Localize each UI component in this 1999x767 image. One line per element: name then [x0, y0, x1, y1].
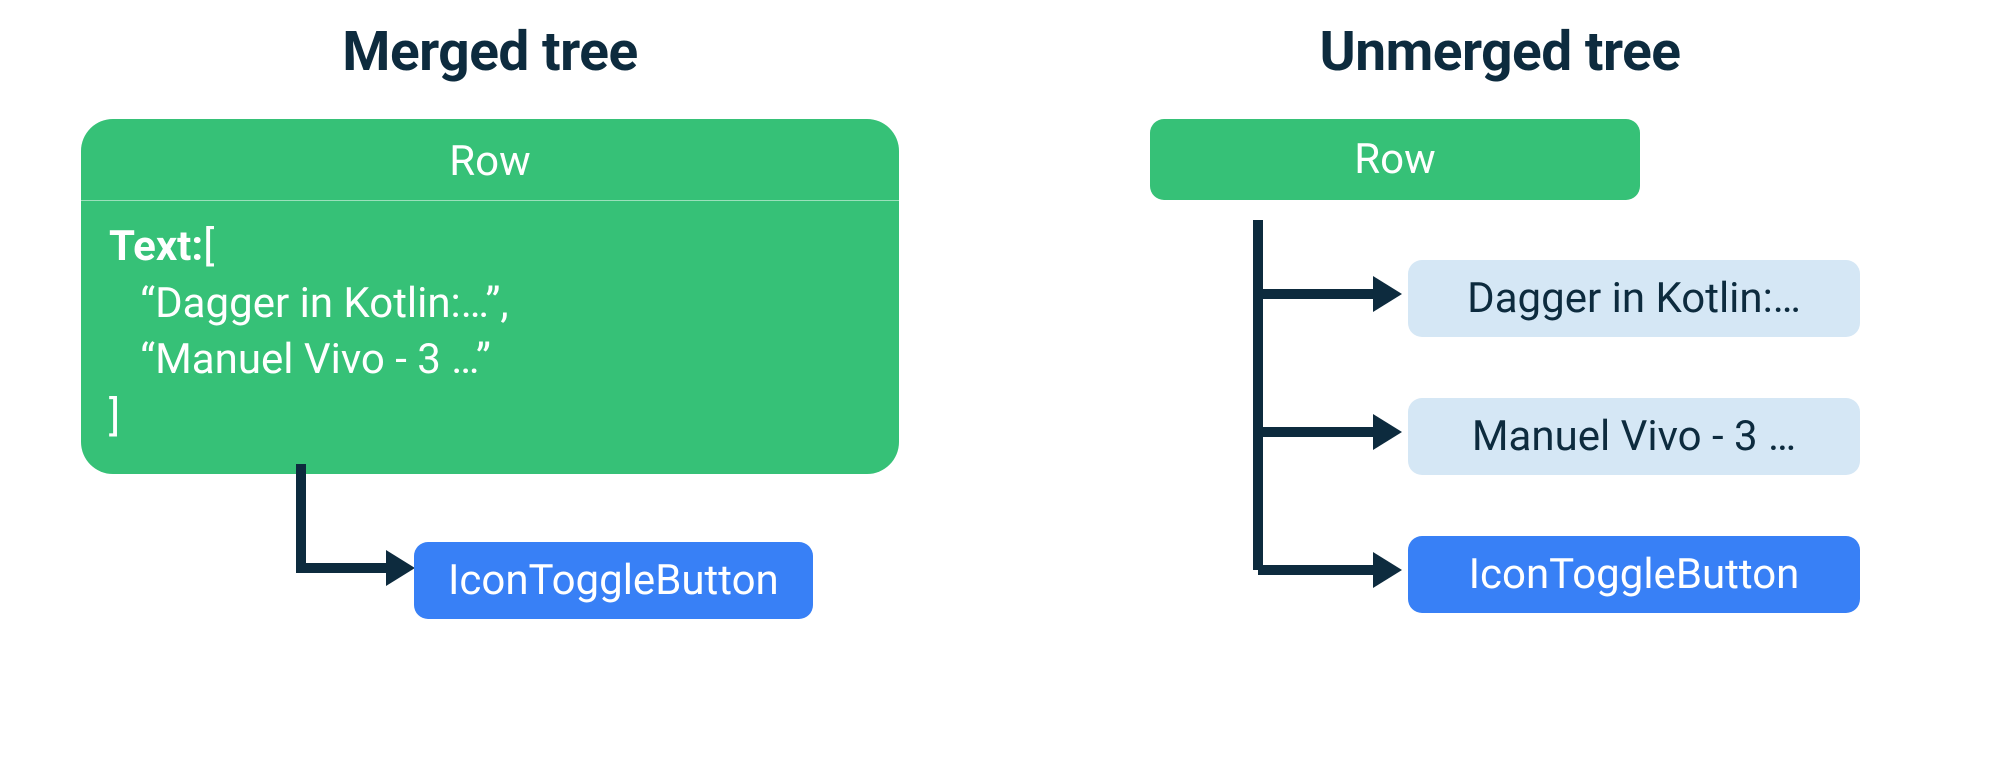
merged-child-connector: IconToggleButton	[81, 474, 899, 644]
merged-text-body: Text:[ “Dagger in Kotlin:…”, “Manuel Viv…	[81, 201, 899, 474]
merged-item-1: “Dagger in Kotlin:…”,	[140, 279, 508, 328]
merged-tree-section: Merged tree Row Text:[ “Dagger in Kotlin…	[40, 20, 940, 747]
merged-child-node: IconToggleButton	[414, 542, 813, 619]
merged-close-bracket: ]	[109, 392, 120, 441]
unmerged-child-2: Manuel Vivo - 3 …	[1408, 398, 1860, 475]
merged-open-bracket: [	[203, 222, 214, 271]
tree-connector-icon	[1248, 220, 1418, 620]
unmerged-row-node: Row	[1150, 119, 1640, 200]
merged-row-label: Row	[81, 119, 899, 201]
merged-text-label: Text:	[109, 222, 203, 271]
unmerged-tree-section: Unmerged tree Row Dagger in Kotlin:… Man…	[1050, 20, 1950, 747]
merged-heading: Merged tree	[342, 20, 637, 84]
merged-row-node: Row Text:[ “Dagger in Kotlin:…”, “Manuel…	[81, 119, 899, 474]
merged-item-2: “Manuel Vivo - 3 …”	[140, 335, 491, 384]
arrow-down-right-icon	[291, 464, 421, 624]
unmerged-child-3: IconToggleButton	[1408, 536, 1860, 613]
unmerged-heading: Unmerged tree	[1320, 20, 1681, 84]
unmerged-child-1: Dagger in Kotlin:…	[1408, 260, 1860, 337]
diagram-container: Merged tree Row Text:[ “Dagger in Kotlin…	[0, 0, 1999, 767]
unmerged-children-group: Dagger in Kotlin:… Manuel Vivo - 3 … Ico…	[1130, 230, 1870, 670]
unmerged-tree-wrap: Row Dagger in Kotlin:… Manuel Vivo - 3 ……	[1130, 119, 1870, 670]
